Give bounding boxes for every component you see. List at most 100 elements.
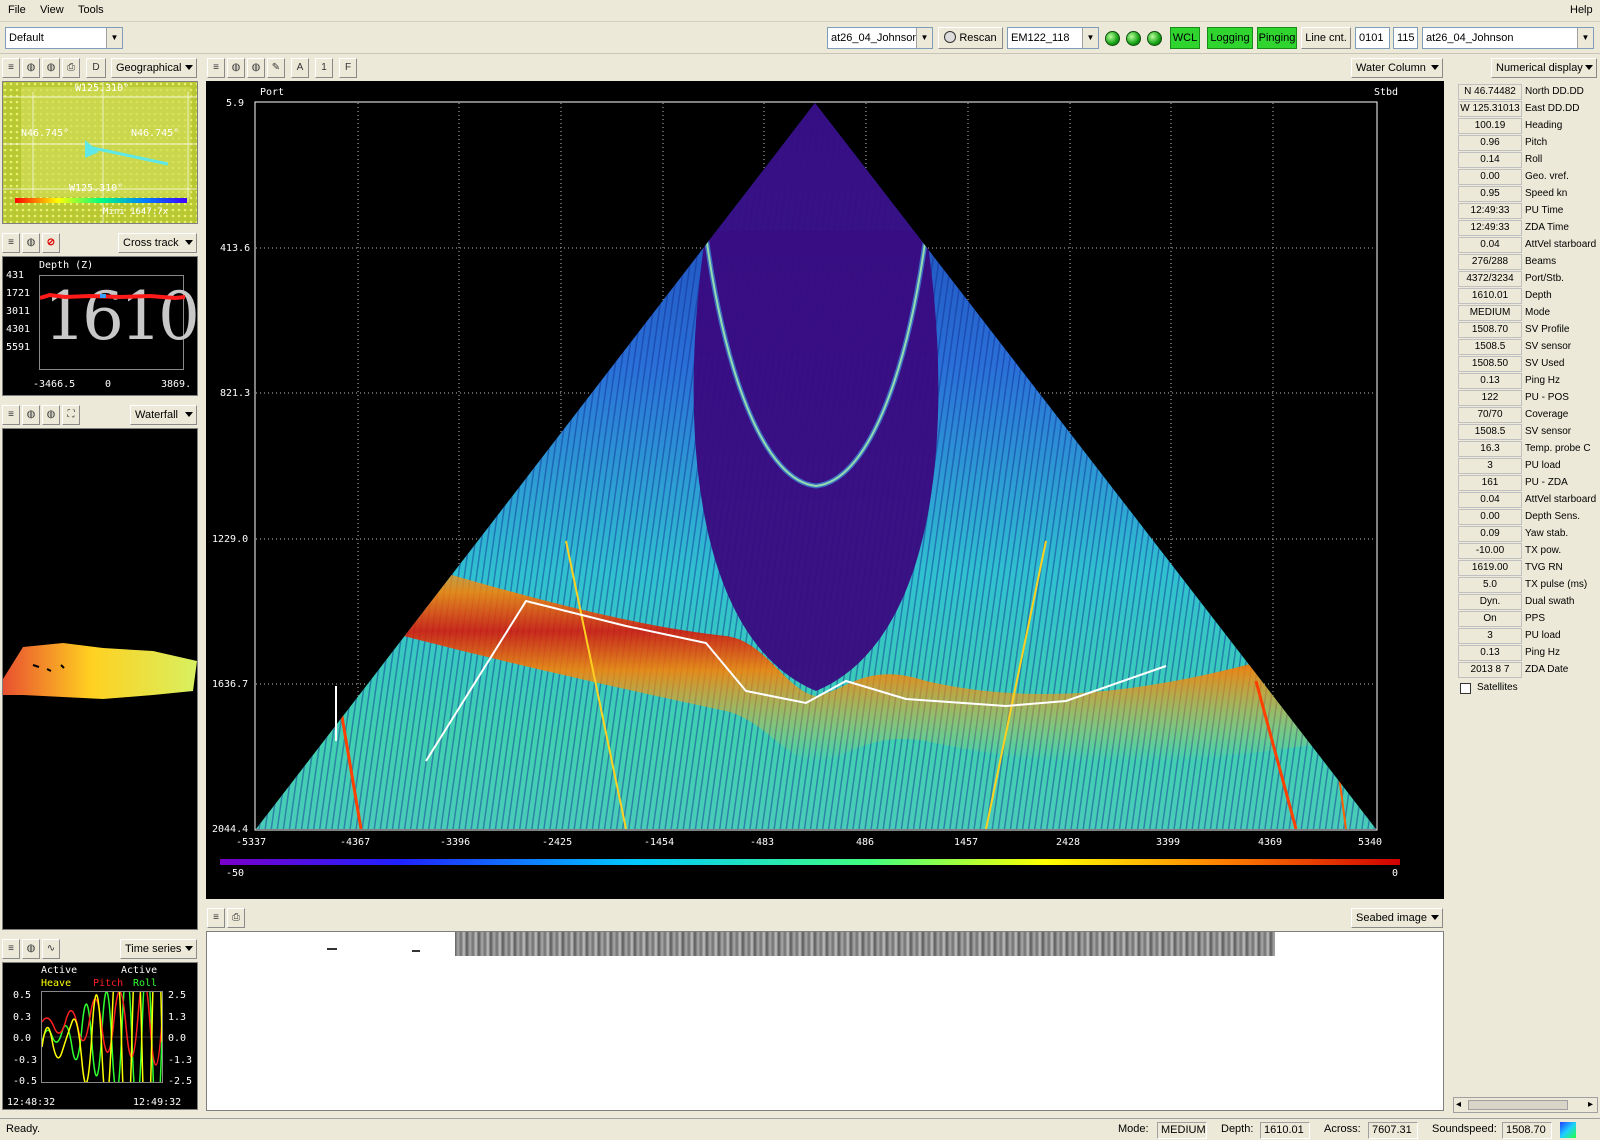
- graph-icon[interactable]: ∿: [42, 939, 60, 959]
- geo-map[interactable]: W125.310° N46.745° N46.745° W125.310° Mi…: [2, 81, 198, 224]
- scroll-thumb[interactable]: [1468, 1100, 1568, 1110]
- status-soundspeed: 1508.70: [1502, 1122, 1552, 1139]
- nd-row: 12:49:33 PU Time: [1453, 203, 1598, 219]
- menu-icon[interactable]: ≡: [2, 58, 20, 78]
- menu-icon[interactable]: ≡: [207, 58, 225, 78]
- cross-panel-header: ≡ ◍ ⊘ Cross track: [0, 231, 199, 255]
- menu-icon[interactable]: ≡: [2, 405, 20, 425]
- nd-label: Roll: [1525, 154, 1543, 165]
- cross-view-select[interactable]: Cross track: [118, 233, 197, 253]
- wc-x-tick: -483: [750, 837, 775, 848]
- no-draw-icon[interactable]: ⊘: [42, 233, 60, 253]
- fullscreen-icon[interactable]: ⛶: [62, 405, 80, 425]
- geo-view-select[interactable]: Geographical: [111, 58, 197, 78]
- y-tick: 2.5: [168, 990, 187, 1001]
- line-number2-field[interactable]: 115: [1393, 27, 1418, 49]
- palette-icon[interactable]: ◍: [227, 58, 245, 78]
- survey2-select[interactable]: at26_04_Johnson ▼: [1422, 27, 1594, 49]
- palette-icon[interactable]: ◍: [22, 405, 40, 425]
- colormap-icon[interactable]: [1560, 1122, 1576, 1138]
- print-icon[interactable]: ⎙: [62, 58, 80, 78]
- nd-row: Dyn. Dual swath: [1453, 594, 1598, 610]
- palette-icon[interactable]: ◍: [22, 233, 40, 253]
- nd-value: 0.13: [1458, 645, 1522, 661]
- x-tick: 0: [105, 379, 112, 390]
- nd-row: On PPS: [1453, 611, 1598, 627]
- nd-row: 0.96 Pitch: [1453, 135, 1598, 151]
- scroll-right-icon[interactable]: ▸: [1588, 1099, 1593, 1110]
- menu-icon[interactable]: ≡: [2, 939, 20, 959]
- one-button[interactable]: 1: [315, 58, 333, 78]
- nd-row: 0.00 Geo. vref.: [1453, 169, 1598, 185]
- palette2-icon[interactable]: ◍: [247, 58, 265, 78]
- nd-row: 1619.00 TVG RN: [1453, 560, 1598, 576]
- nd-value: 0.00: [1458, 509, 1522, 525]
- chevron-down-icon: [185, 946, 193, 951]
- auto-button[interactable]: A: [291, 58, 309, 78]
- menu-tools[interactable]: Tools: [78, 4, 104, 16]
- pen-icon[interactable]: ✎: [267, 58, 285, 78]
- chevron-down-icon: [185, 240, 193, 245]
- nd-value: 0.00: [1458, 169, 1522, 185]
- satellites-label: Satellites: [1477, 682, 1518, 693]
- pinging-button[interactable]: Pinging: [1257, 27, 1297, 49]
- status-depth-label: Depth:: [1221, 1123, 1254, 1135]
- menu-icon[interactable]: ≡: [207, 908, 225, 928]
- menu-bar: File View Tools Help: [0, 0, 1600, 22]
- seabed-view-select[interactable]: Seabed image: [1351, 908, 1443, 928]
- wc-x-tick: 5340: [1358, 837, 1383, 848]
- waterfall-view[interactable]: [2, 428, 198, 930]
- palette-icon[interactable]: ◍: [22, 939, 40, 959]
- sonar-select[interactable]: EM122_118 ▼: [1007, 27, 1099, 49]
- print-icon[interactable]: ⎙: [227, 908, 245, 928]
- profile-value: Default: [9, 32, 44, 44]
- scroll-left-icon[interactable]: ◂: [1456, 1099, 1461, 1110]
- nd-value: 100.19: [1458, 118, 1522, 134]
- ts-heave-label: Heave: [41, 978, 72, 989]
- menu-icon[interactable]: ≡: [2, 233, 20, 253]
- wcl-button[interactable]: WCL: [1170, 27, 1200, 49]
- cross-track-plot[interactable]: Depth (Z) 1610 431 1721 3011 4301 5591 -…: [2, 256, 200, 396]
- waterfall-view-select[interactable]: Waterfall: [130, 405, 197, 425]
- nd-row: -10.00 TX pow.: [1453, 543, 1598, 559]
- seabed-panel-header: ≡ ⎙ Seabed image: [205, 906, 1445, 930]
- ts-active-2: Active: [121, 965, 158, 976]
- palette-icon[interactable]: ◍: [22, 58, 40, 78]
- time-series-plot[interactable]: Active Active Heave Pitch Roll 0.5 0.3 0…: [2, 912, 198, 1140]
- wc-x-tick: -3396: [440, 837, 471, 848]
- nd-scrollbar[interactable]: ◂ ▸: [1453, 1097, 1598, 1113]
- palette2-icon[interactable]: ◍: [42, 58, 60, 78]
- wc-view-label: Water Column: [1356, 62, 1426, 74]
- geo-lon-top: W125.310°: [75, 83, 130, 94]
- nd-row: 4372/3234 Port/Stb.: [1453, 271, 1598, 287]
- numerical-view-select[interactable]: Numerical display: [1491, 58, 1597, 78]
- nd-value: 1508.5: [1458, 424, 1522, 440]
- rescan-button[interactable]: Rescan: [938, 27, 1003, 49]
- logging-button[interactable]: Logging: [1207, 27, 1253, 49]
- wc-view-select[interactable]: Water Column: [1351, 58, 1443, 78]
- cross-view-label: Cross track: [123, 237, 179, 249]
- nd-label: Mode: [1525, 307, 1551, 318]
- waterfall-view-label: Waterfall: [135, 409, 178, 421]
- sonar-value: EM122_118: [1011, 32, 1070, 44]
- satellites-checkbox[interactable]: [1460, 683, 1471, 694]
- seabed-image[interactable]: [206, 931, 1444, 1111]
- survey-select[interactable]: at26_04_Johnson ▼: [827, 27, 933, 49]
- nd-label: Depth: [1525, 290, 1552, 301]
- water-column-view[interactable]: Port Stbd 5.9 413.6 821.3 1229.0 1636.7 …: [206, 81, 1444, 899]
- menu-help[interactable]: Help: [1570, 4, 1593, 16]
- y-tick: 1721: [6, 288, 31, 299]
- nd-label: PU - POS: [1525, 392, 1569, 403]
- menu-view[interactable]: View: [40, 4, 64, 16]
- palette2-icon[interactable]: ◍: [42, 405, 60, 425]
- menu-file[interactable]: File: [8, 4, 26, 16]
- nd-label: North DD.DD: [1525, 86, 1584, 97]
- line-count-button[interactable]: Line cnt.: [1301, 27, 1351, 49]
- d-button[interactable]: D: [86, 58, 106, 78]
- ts-view-select[interactable]: Time series: [120, 939, 197, 959]
- f-button[interactable]: F: [339, 58, 357, 78]
- nd-label: ZDA Date: [1525, 664, 1569, 675]
- line-number-field[interactable]: 0101: [1355, 27, 1390, 49]
- status-mode-label: Mode:: [1118, 1123, 1149, 1135]
- profile-select[interactable]: Default ▼: [5, 27, 123, 49]
